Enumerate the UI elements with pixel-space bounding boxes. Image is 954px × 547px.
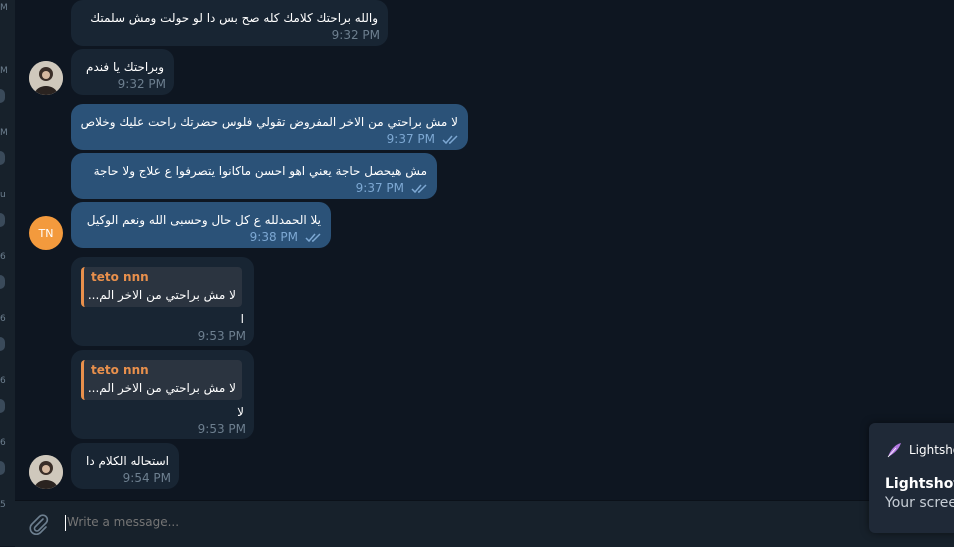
chat-list-letter: 6 [0,376,6,386]
contact-avatar[interactable]: TN [29,216,63,250]
chat-list-letter: u [0,190,6,200]
message-composer [15,500,954,547]
message-bubble[interactable]: لا مش براحتي من الاخر المفروض تقولي فلوس… [71,104,468,150]
chat-list-badge [0,337,5,351]
toast-app-name: Lightsho [909,443,954,457]
message-time: 9:37 PM [355,181,404,195]
double-check-icon [411,184,427,194]
reply-text: لا مش براحتي من الاخر الم... [87,381,236,395]
paperclip-icon[interactable] [27,513,51,537]
message-bubble[interactable]: teto nnn لا مش براحتي من الاخر الم... ا … [71,257,254,346]
message-bubble[interactable]: مش هيحصل حاجة يعني اهو احسن ماكانوا يتصر… [71,153,437,199]
chat-list-badge [0,399,5,413]
chat-list-badge [0,461,5,475]
message-text: وبراحتك يا فندم [86,60,164,74]
message-text: يلا الحمدلله ع كل حال وحسبى الله ونعم ال… [86,213,321,227]
message-time: 9:53 PM [197,329,246,343]
chat-list-letter: M [0,66,8,76]
message-time: 9:53 PM [197,422,246,436]
chat-list-letter: 6 [0,438,6,448]
contact-avatar[interactable] [29,61,63,95]
chat-list-letter: 6 [0,252,6,262]
chat-list-badge [0,275,5,289]
message-bubble[interactable]: والله براحتك كلامك كله صح بس دا لو حولت … [71,0,388,46]
chat-list-letter: 5 [0,500,6,510]
message-text: ا [240,312,244,326]
chat-list-badge [0,89,5,103]
message-input[interactable] [67,515,767,529]
reply-preview[interactable]: teto nnn لا مش براحتي من الاخر الم... [81,360,242,400]
reply-author: teto nnn [91,363,149,377]
chat-list-letter: 6 [0,314,6,324]
message-text: لا مش براحتي من الاخر المفروض تقولي فلوس… [80,115,458,129]
chat-list-badge [0,213,5,227]
message-bubble[interactable]: teto nnn لا مش براحتي من الاخر الم... لا… [71,350,254,439]
message-bubble[interactable]: استحاله الكلام دا 9:54 PM [71,443,179,489]
message-bubble[interactable]: وبراحتك يا فندم 9:32 PM [71,49,174,95]
lightshot-notification[interactable]: Lightsho Lightshot Your scree [869,423,954,533]
reply-author: teto nnn [91,270,149,284]
chat-list-letter: M [0,128,8,138]
message-text: مش هيحصل حاجة يعني اهو احسن ماكانوا يتصر… [93,164,427,178]
text-caret [65,515,66,531]
message-time: 9:54 PM [122,471,171,485]
message-area[interactable]: والله براحتك كلامك كله صح بس دا لو حولت … [15,0,954,500]
message-bubble[interactable]: يلا الحمدلله ع كل حال وحسبى الله ونعم ال… [71,202,331,248]
chat-list-letter: M [0,3,8,13]
toast-title: Lightshot [885,476,954,492]
message-time: 9:37 PM [386,132,435,146]
message-text: لا [237,405,244,419]
message-time: 9:38 PM [249,230,298,244]
chat-list-strip: M M M u 6 6 6 6 5 [0,0,16,546]
reply-preview[interactable]: teto nnn لا مش براحتي من الاخر الم... [81,267,242,307]
double-check-icon [305,233,321,243]
message-time: 9:32 PM [117,77,166,91]
contact-avatar[interactable] [29,455,63,489]
message-text: والله براحتك كلامك كله صح بس دا لو حولت … [90,11,378,25]
double-check-icon [442,135,458,145]
chat-list-badge [0,151,5,165]
lightshot-feather-icon [887,443,901,458]
reply-text: لا مش براحتي من الاخر الم... [87,288,236,302]
message-time: 9:32 PM [331,28,380,42]
toast-subtitle: Your scree [885,495,954,511]
message-text: استحاله الكلام دا [85,454,169,468]
